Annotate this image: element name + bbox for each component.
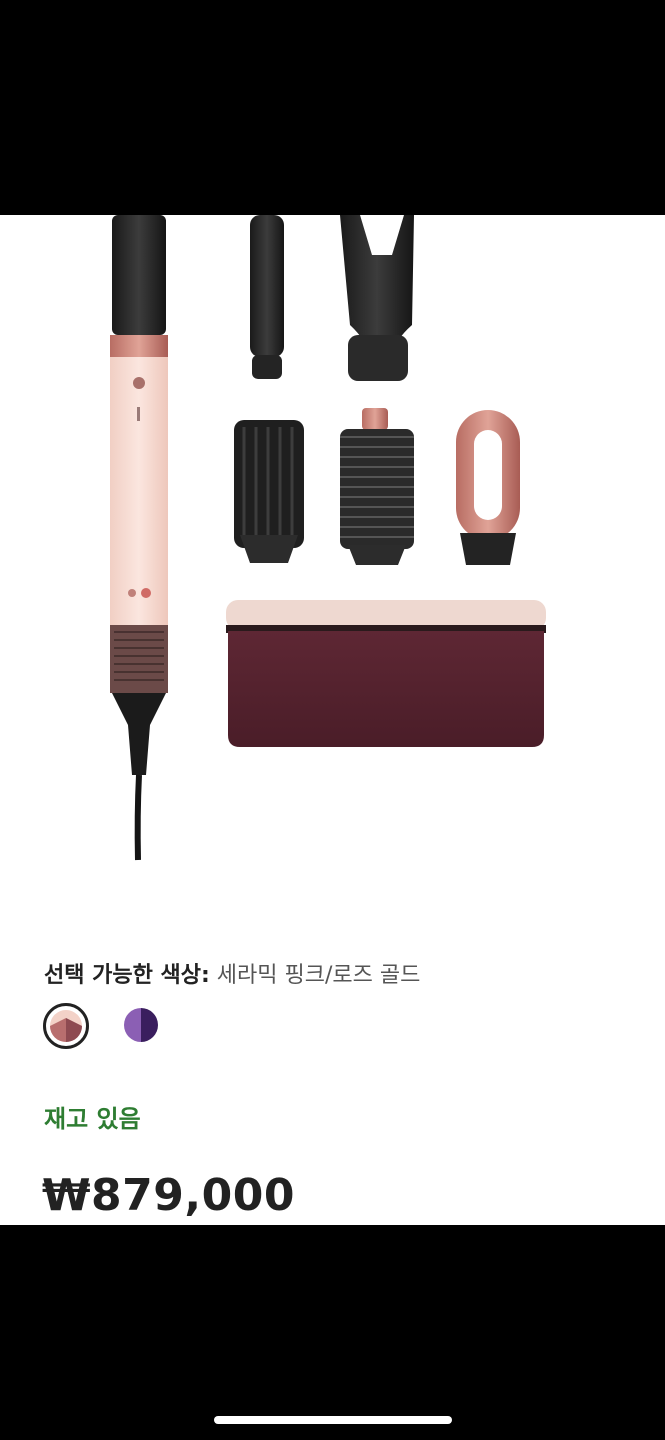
product-price: ₩879,000: [42, 1170, 295, 1221]
swatch-purple-graphic: [124, 1008, 158, 1042]
selected-color-name: 세라믹 핑크/로즈 골드: [216, 963, 421, 988]
smoothing-dryer: [340, 215, 414, 381]
product-content: 선택 가능한 색상: 세라믹 핑크/로즈 골드 재고 있음 ₩879,000: [0, 215, 665, 1225]
swatch-pink-graphic: [50, 1010, 82, 1042]
storage-case: [226, 600, 546, 747]
styler-handle: [110, 215, 168, 861]
home-indicator[interactable]: [214, 1416, 452, 1424]
round-brush-black: [234, 420, 304, 563]
stock-status: 재고 있음: [44, 1105, 141, 1133]
color-swatch-ceramic-pink-selected[interactable]: [43, 1003, 89, 1049]
available-colors-line: 선택 가능한 색상: 세라믹 핑크/로즈 골드: [44, 957, 420, 989]
top-black-bar: [0, 0, 665, 215]
curl-barrel: [250, 215, 284, 379]
wide-tooth-comb-attachment: [456, 410, 520, 565]
color-swatch-purple[interactable]: [124, 1008, 158, 1042]
available-colors-label: 선택 가능한 색상:: [44, 963, 210, 988]
round-brush-bristle: [340, 408, 414, 565]
bottom-black-bar: [0, 1225, 665, 1440]
product-image: [110, 215, 546, 861]
